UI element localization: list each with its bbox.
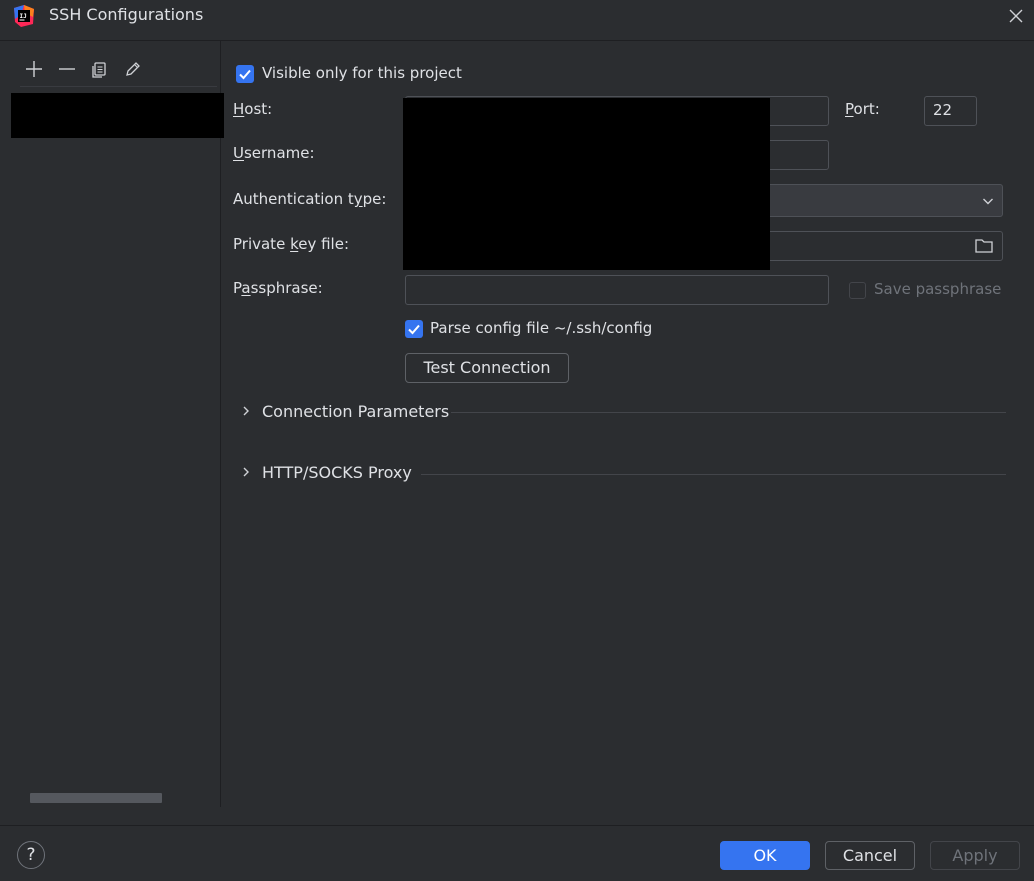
edit-pencil-icon[interactable] <box>122 58 144 80</box>
svg-text:IJ: IJ <box>20 13 27 20</box>
chevron-right-icon[interactable] <box>238 464 254 480</box>
save-passphrase-checkbox[interactable] <box>849 282 866 299</box>
help-icon[interactable]: ? <box>17 841 45 869</box>
apply-button[interactable]: Apply <box>930 841 1020 870</box>
connection-parameters-section-toggle[interactable]: Connection Parameters <box>262 402 449 421</box>
section-divider <box>451 412 1006 413</box>
username-label: Username: <box>233 144 315 162</box>
authentication-type-label: Authentication type: <box>233 190 387 208</box>
chevron-down-icon[interactable] <box>978 191 998 211</box>
checkmark-icon <box>408 324 420 335</box>
redacted-overlay <box>403 98 770 270</box>
add-icon[interactable] <box>23 58 45 80</box>
visible-only-label: Visible only for this project <box>262 64 462 82</box>
close-icon[interactable] <box>1004 4 1028 28</box>
folder-browse-icon[interactable] <box>973 235 995 257</box>
intellij-app-icon: IJ <box>13 5 35 27</box>
passphrase-label: Passphrase: <box>233 279 323 297</box>
port-label: Port: <box>845 100 880 118</box>
horizontal-scrollbar[interactable] <box>30 793 162 803</box>
ssh-configuration-list-item-redacted[interactable] <box>11 93 224 138</box>
toolbar-separator <box>20 86 217 87</box>
parse-config-label: Parse config file ~/.ssh/config <box>430 319 653 337</box>
passphrase-input[interactable] <box>405 275 829 305</box>
checkmark-icon <box>239 69 251 80</box>
cancel-button[interactable]: Cancel <box>825 841 915 870</box>
chevron-right-icon[interactable] <box>238 403 254 419</box>
http-socks-proxy-section-toggle[interactable]: HTTP/SOCKS Proxy <box>262 463 412 482</box>
ok-button[interactable]: OK <box>720 841 810 870</box>
port-value: 22 <box>933 101 953 119</box>
copy-icon[interactable] <box>89 58 111 80</box>
private-key-file-label: Private key file: <box>233 235 350 253</box>
remove-icon[interactable] <box>56 58 78 80</box>
visible-only-checkbox[interactable] <box>236 65 254 83</box>
window-title: SSH Configurations <box>49 5 204 24</box>
footer-divider <box>0 825 1034 826</box>
save-passphrase-label: Save passphrase <box>874 280 1002 298</box>
port-input[interactable]: 22 <box>924 96 977 126</box>
configurations-list-pane <box>0 41 221 807</box>
parse-config-checkbox[interactable] <box>405 320 423 338</box>
host-label: Host: <box>233 100 273 118</box>
section-divider <box>421 474 1006 475</box>
test-connection-button[interactable]: Test Connection <box>405 353 569 383</box>
